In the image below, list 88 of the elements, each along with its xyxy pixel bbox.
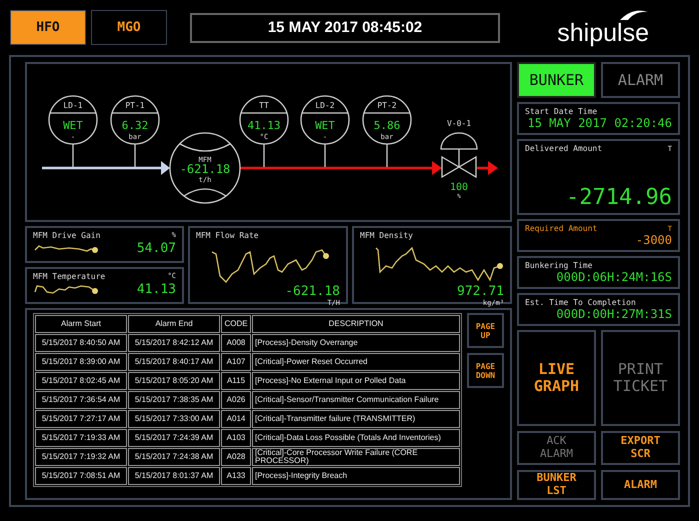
control-valve-drawing [440,132,478,178]
table-cell: 5/15/2017 7:38:35 AM [128,391,220,409]
trend-value: -621.18 [285,284,340,299]
table-cell: [Process]-No External Input or Polled Data [252,372,460,390]
gauge-dial [362,95,412,167]
gauge-tag: TT [259,101,269,110]
page-button[interactable]: PAGE DOWN [467,353,504,388]
gauge-dial [300,95,350,167]
trend-label: MFM Flow Rate [196,231,259,240]
card-value: 000D:00H:27M:31S [556,307,672,321]
gauge-tag: LD-2 [315,101,335,110]
table-cell: 5/15/2017 8:40:50 AM [35,334,127,352]
gauge-dial [239,95,289,167]
card-label: Start Date Time [525,107,598,116]
valve-tag: V-0-1 [446,119,472,128]
table-cell: 5/15/2017 8:05:20 AM [128,372,220,390]
gauge-tag: PT-2 [377,101,397,110]
table-cell: 5/15/2017 8:39:00 AM [35,353,127,371]
table-cell: 5/15/2017 7:19:32 AM [35,448,127,466]
table-cell: 5/15/2017 8:42:12 AM [128,334,220,352]
card-value: -2714.96 [565,185,672,210]
gauge-value: 6.32 [122,119,148,132]
table-cell: A107 [221,353,251,371]
table-cell: 5/15/2017 8:40:17 AM [128,353,220,371]
date-time: 15 MAY 2017 08:45:02 [190,12,500,42]
column-header: DESCRIPTION [252,315,460,333]
trend-value: 54.07 [136,240,176,256]
mode-tab[interactable]: BUNKER [517,62,596,98]
table-cell: A008 [221,334,251,352]
trend-label: MFM Temperature [33,272,106,281]
table-cell: [Process]-Integrity Breach [252,467,460,485]
table-cell: 5/15/2017 7:27:17 AM [35,410,127,428]
action-button[interactable]: EXPORT SCR [601,431,680,465]
gauge-tag: LD-1 [63,101,83,110]
table-cell: [Critical]-Data Loss Possible (Totals And Inventories) [252,429,460,447]
card-label: Required Amount [525,224,598,233]
table-cell: 5/15/2017 7:24:39 AM [128,429,220,447]
action-button[interactable]: BUNKER LST [517,470,596,500]
gauge-value: WET [315,119,335,132]
table-cell: [Critical]-Power Reset Occurred [252,353,460,371]
action-button[interactable]: ALARM [601,470,680,500]
card-value: 000D:06H:24M:16S [556,270,672,284]
table-cell: 5/15/2017 7:08:51 AM [35,467,127,485]
gauge-value: 41.13 [247,119,281,132]
action-button[interactable]: LIVE GRAPH [517,330,596,426]
table-cell: 5/15/2017 8:02:45 AM [35,372,127,390]
table-cell: 5/15/2017 7:36:54 AM [35,391,127,409]
table-cell: [Process]-Density Overrange [252,334,460,352]
table-cell: 5/15/2017 7:19:33 AM [35,429,127,447]
card-value: -3000 [634,233,672,247]
gauge-dial [48,95,98,167]
table-cell: A115 [221,372,251,390]
table-cell: [Critical]-Core Processor Write Failure (CORE PROCESSOR) [252,448,460,466]
trend-label: MFM Drive Gain [33,231,100,240]
table-cell: A028 [221,448,251,466]
trend-value: 972.71 [457,284,504,299]
mode-tab[interactable]: ALARM [601,62,680,98]
table-cell: [Critical]-Sensor/Transmitter Communication Failure [252,391,460,409]
card-value: 15 MAY 2017 02:20:46 [528,116,672,130]
gauge-value: WET [63,119,83,132]
table-cell: A133 [221,467,251,485]
swoosh-icon [619,9,649,21]
column-header: CODE [221,315,251,333]
card-label: Delivered Amount [525,144,602,153]
table-cell: [Critical]-Transmitter failure (TRANSMITTER) [252,410,460,428]
pipe-arrow [477,161,498,175]
page-button[interactable]: PAGE UP [467,313,504,348]
meter-value: -621.18 [180,162,230,176]
card-label: Est. Time To Completion [525,298,636,307]
trend-value: 41.13 [136,282,176,296]
fuel-tab[interactable]: MGO [91,10,167,45]
table-cell: A026 [221,391,251,409]
column-header: Alarm End [128,315,220,333]
card-label: Bunkering Time [525,261,592,270]
table-cell: 5/15/2017 8:01:37 AM [128,467,220,485]
table-cell: A014 [221,410,251,428]
gauge-value: 5.86 [374,119,400,132]
table-cell: 5/15/2017 7:24:38 AM [128,448,220,466]
flow-meter-drawing [169,132,241,204]
valve-value: 100 [450,182,468,193]
table-cell: A103 [221,429,251,447]
gauge-dial [110,95,160,167]
trend-label: MFM Density [360,231,413,240]
column-header: Alarm Start [35,315,127,333]
logo-text: shipulse [557,21,649,46]
fuel-tab[interactable]: HFO [10,10,86,45]
table-cell: 5/15/2017 7:33:00 AM [128,410,220,428]
gauge-tag: PT-1 [125,101,145,110]
